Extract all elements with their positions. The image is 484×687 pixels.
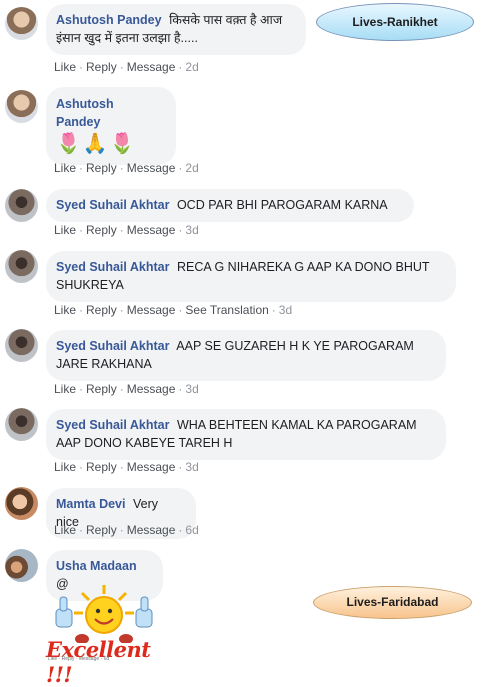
comment-time[interactable]: 3d — [185, 382, 198, 396]
comment-emoji-text: 🌷🙏🌷 — [56, 133, 137, 155]
comment-author[interactable]: Syed Suhail Akhtar — [56, 198, 169, 212]
avatar[interactable] — [5, 329, 38, 362]
comment-bubble: Syed Suhail Akhtar AAP SE GUZAREH H K YE… — [46, 330, 446, 381]
location-tag-bottom: Lives-Faridabad — [313, 586, 472, 619]
like-link[interactable]: Like — [54, 523, 76, 537]
comment-author[interactable]: Syed Suhail Akhtar — [56, 260, 169, 274]
like-link[interactable]: Like — [54, 60, 76, 74]
comment-actions: Like · Reply · Message · 2d — [54, 60, 199, 74]
message-link[interactable]: Message — [127, 60, 176, 74]
reply-link[interactable]: Reply — [86, 460, 117, 474]
thumbs-up-sun-icon — [55, 585, 153, 644]
sticker-caption: Like · Reply · Message · 6d — [48, 656, 110, 662]
comment-bubble: Syed Suhail Akhtar RECA G NIHAREKA G AAP… — [46, 251, 456, 302]
comment-author[interactable]: Ashutosh Pandey — [56, 13, 162, 27]
message-link[interactable]: Message — [127, 161, 176, 175]
like-link[interactable]: Like — [54, 161, 76, 175]
comment-time[interactable]: 2d — [185, 60, 198, 74]
reply-link[interactable]: Reply — [86, 161, 117, 175]
avatar[interactable] — [5, 189, 38, 222]
comment-author[interactable]: Syed Suhail Akhtar — [56, 339, 169, 353]
comment-time[interactable]: 3d — [185, 223, 198, 237]
avatar[interactable] — [5, 250, 38, 283]
comment-time[interactable]: 6d — [185, 523, 198, 537]
reply-link[interactable]: Reply — [86, 523, 117, 537]
comment-actions: Like · Reply · Message · 6d — [54, 523, 199, 537]
avatar[interactable] — [5, 7, 38, 40]
comment-bubble: Syed Suhail Akhtar WHA BEHTEEN KAMAL KA … — [46, 409, 446, 460]
message-link[interactable]: Message — [127, 303, 176, 317]
avatar[interactable] — [5, 487, 38, 520]
sticker-text: Excellent !!! — [46, 637, 151, 687]
like-link[interactable]: Like — [54, 460, 76, 474]
excellent-sticker: Excellent !!! Like · Reply · Message · 6… — [46, 583, 163, 687]
comment-time[interactable]: 2d — [185, 161, 198, 175]
like-link[interactable]: Like — [54, 223, 76, 237]
reply-link[interactable]: Reply — [86, 60, 117, 74]
comment-actions: Like · Reply · Message · 2d — [54, 161, 199, 175]
reply-link[interactable]: Reply — [86, 303, 117, 317]
comment-actions: Like · Reply · Message · 3d — [54, 223, 199, 237]
reply-link[interactable]: Reply — [86, 382, 117, 396]
reply-link[interactable]: Reply — [86, 223, 117, 237]
like-link[interactable]: Like — [54, 303, 76, 317]
avatar[interactable] — [5, 549, 38, 582]
location-tag-top: Lives-Ranikhet — [316, 3, 474, 41]
comment-bubble: Ashutosh Pandey 🌷🙏🌷 — [46, 87, 176, 165]
comment-author[interactable]: Ashutosh Pandey — [56, 95, 160, 131]
comment-bubble: Ashutosh Pandey किसके पास वक़्त है आज इं… — [46, 4, 306, 55]
avatar[interactable] — [5, 408, 38, 441]
comment-text: OCD PAR BHI PAROGARAM KARNA — [176, 198, 388, 212]
comment-actions: Like · Reply · Message · 3d — [54, 382, 199, 396]
message-link[interactable]: Message — [127, 223, 176, 237]
avatar[interactable] — [5, 90, 38, 123]
comment-actions: Like · Reply · Message · 3d — [54, 460, 199, 474]
comment-bubble: Syed Suhail Akhtar OCD PAR BHI PAROGARAM… — [46, 189, 414, 222]
comment-author[interactable]: Syed Suhail Akhtar — [56, 418, 169, 432]
message-link[interactable]: Message — [127, 382, 176, 396]
like-link[interactable]: Like — [54, 382, 76, 396]
comment-actions: Like · Reply · Message · See Translation · 3d — [54, 303, 293, 317]
comment-author[interactable]: Mamta Devi — [56, 497, 125, 511]
comment-time[interactable]: 3d — [279, 303, 292, 317]
comment-time[interactable]: 3d — [185, 460, 198, 474]
comment-author[interactable]: Usha Madaan — [56, 559, 137, 573]
see-translation-link[interactable]: See Translation — [185, 303, 268, 317]
message-link[interactable]: Message — [127, 460, 176, 474]
comment-feed: Ashutosh Pandey किसके पास वक़्त है आज इं… — [0, 0, 484, 687]
message-link[interactable]: Message — [127, 523, 176, 537]
